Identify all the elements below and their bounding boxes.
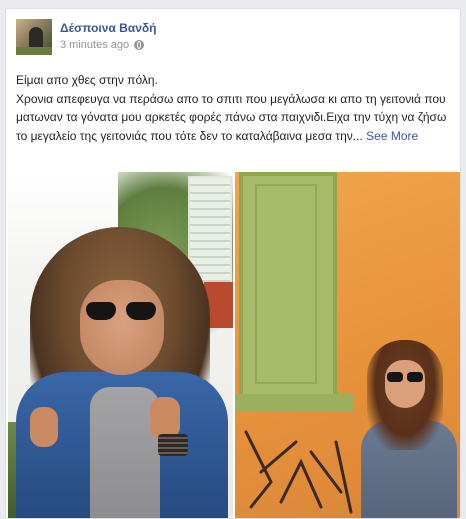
post-header: Δέσποινα Βανδή 3 minutes ago xyxy=(16,19,446,59)
sunglasses xyxy=(86,302,158,322)
author-name-link[interactable]: Δέσποινα Βανδή xyxy=(60,21,156,35)
post-photo-right[interactable] xyxy=(235,172,460,518)
post-text-line-1: Είμαι απο χθες στην πόλη. xyxy=(16,73,158,87)
left-hand xyxy=(30,407,58,447)
woman-face xyxy=(80,280,164,375)
avatar-ground xyxy=(16,47,52,55)
news-feed-post: Δέσποινα Βανδή 3 minutes ago Είμαι απο χ… xyxy=(5,8,461,519)
author-avatar[interactable] xyxy=(16,19,52,55)
wall-graffiti xyxy=(244,430,353,514)
post-timestamp-link[interactable]: 3 minutes ago xyxy=(60,39,129,51)
see-more-link[interactable]: See More xyxy=(366,129,418,143)
green-shutter xyxy=(239,172,337,412)
window-sill xyxy=(235,394,353,412)
right-hand xyxy=(150,397,180,439)
globe-icon[interactable] xyxy=(134,40,145,50)
bracelets xyxy=(158,434,188,456)
post-meta: 3 minutes ago xyxy=(60,39,145,51)
post-text: Είμαι απο χθες στην πόλη. Χρονια απεφευγ… xyxy=(16,71,450,145)
avatar-silhouette xyxy=(29,27,43,49)
post-text-line-2: Χρονια απεφευγα να περάσω απο το σπιτι π… xyxy=(16,90,450,146)
woman-face-right xyxy=(385,360,425,408)
post-photo-left[interactable] xyxy=(8,172,233,518)
